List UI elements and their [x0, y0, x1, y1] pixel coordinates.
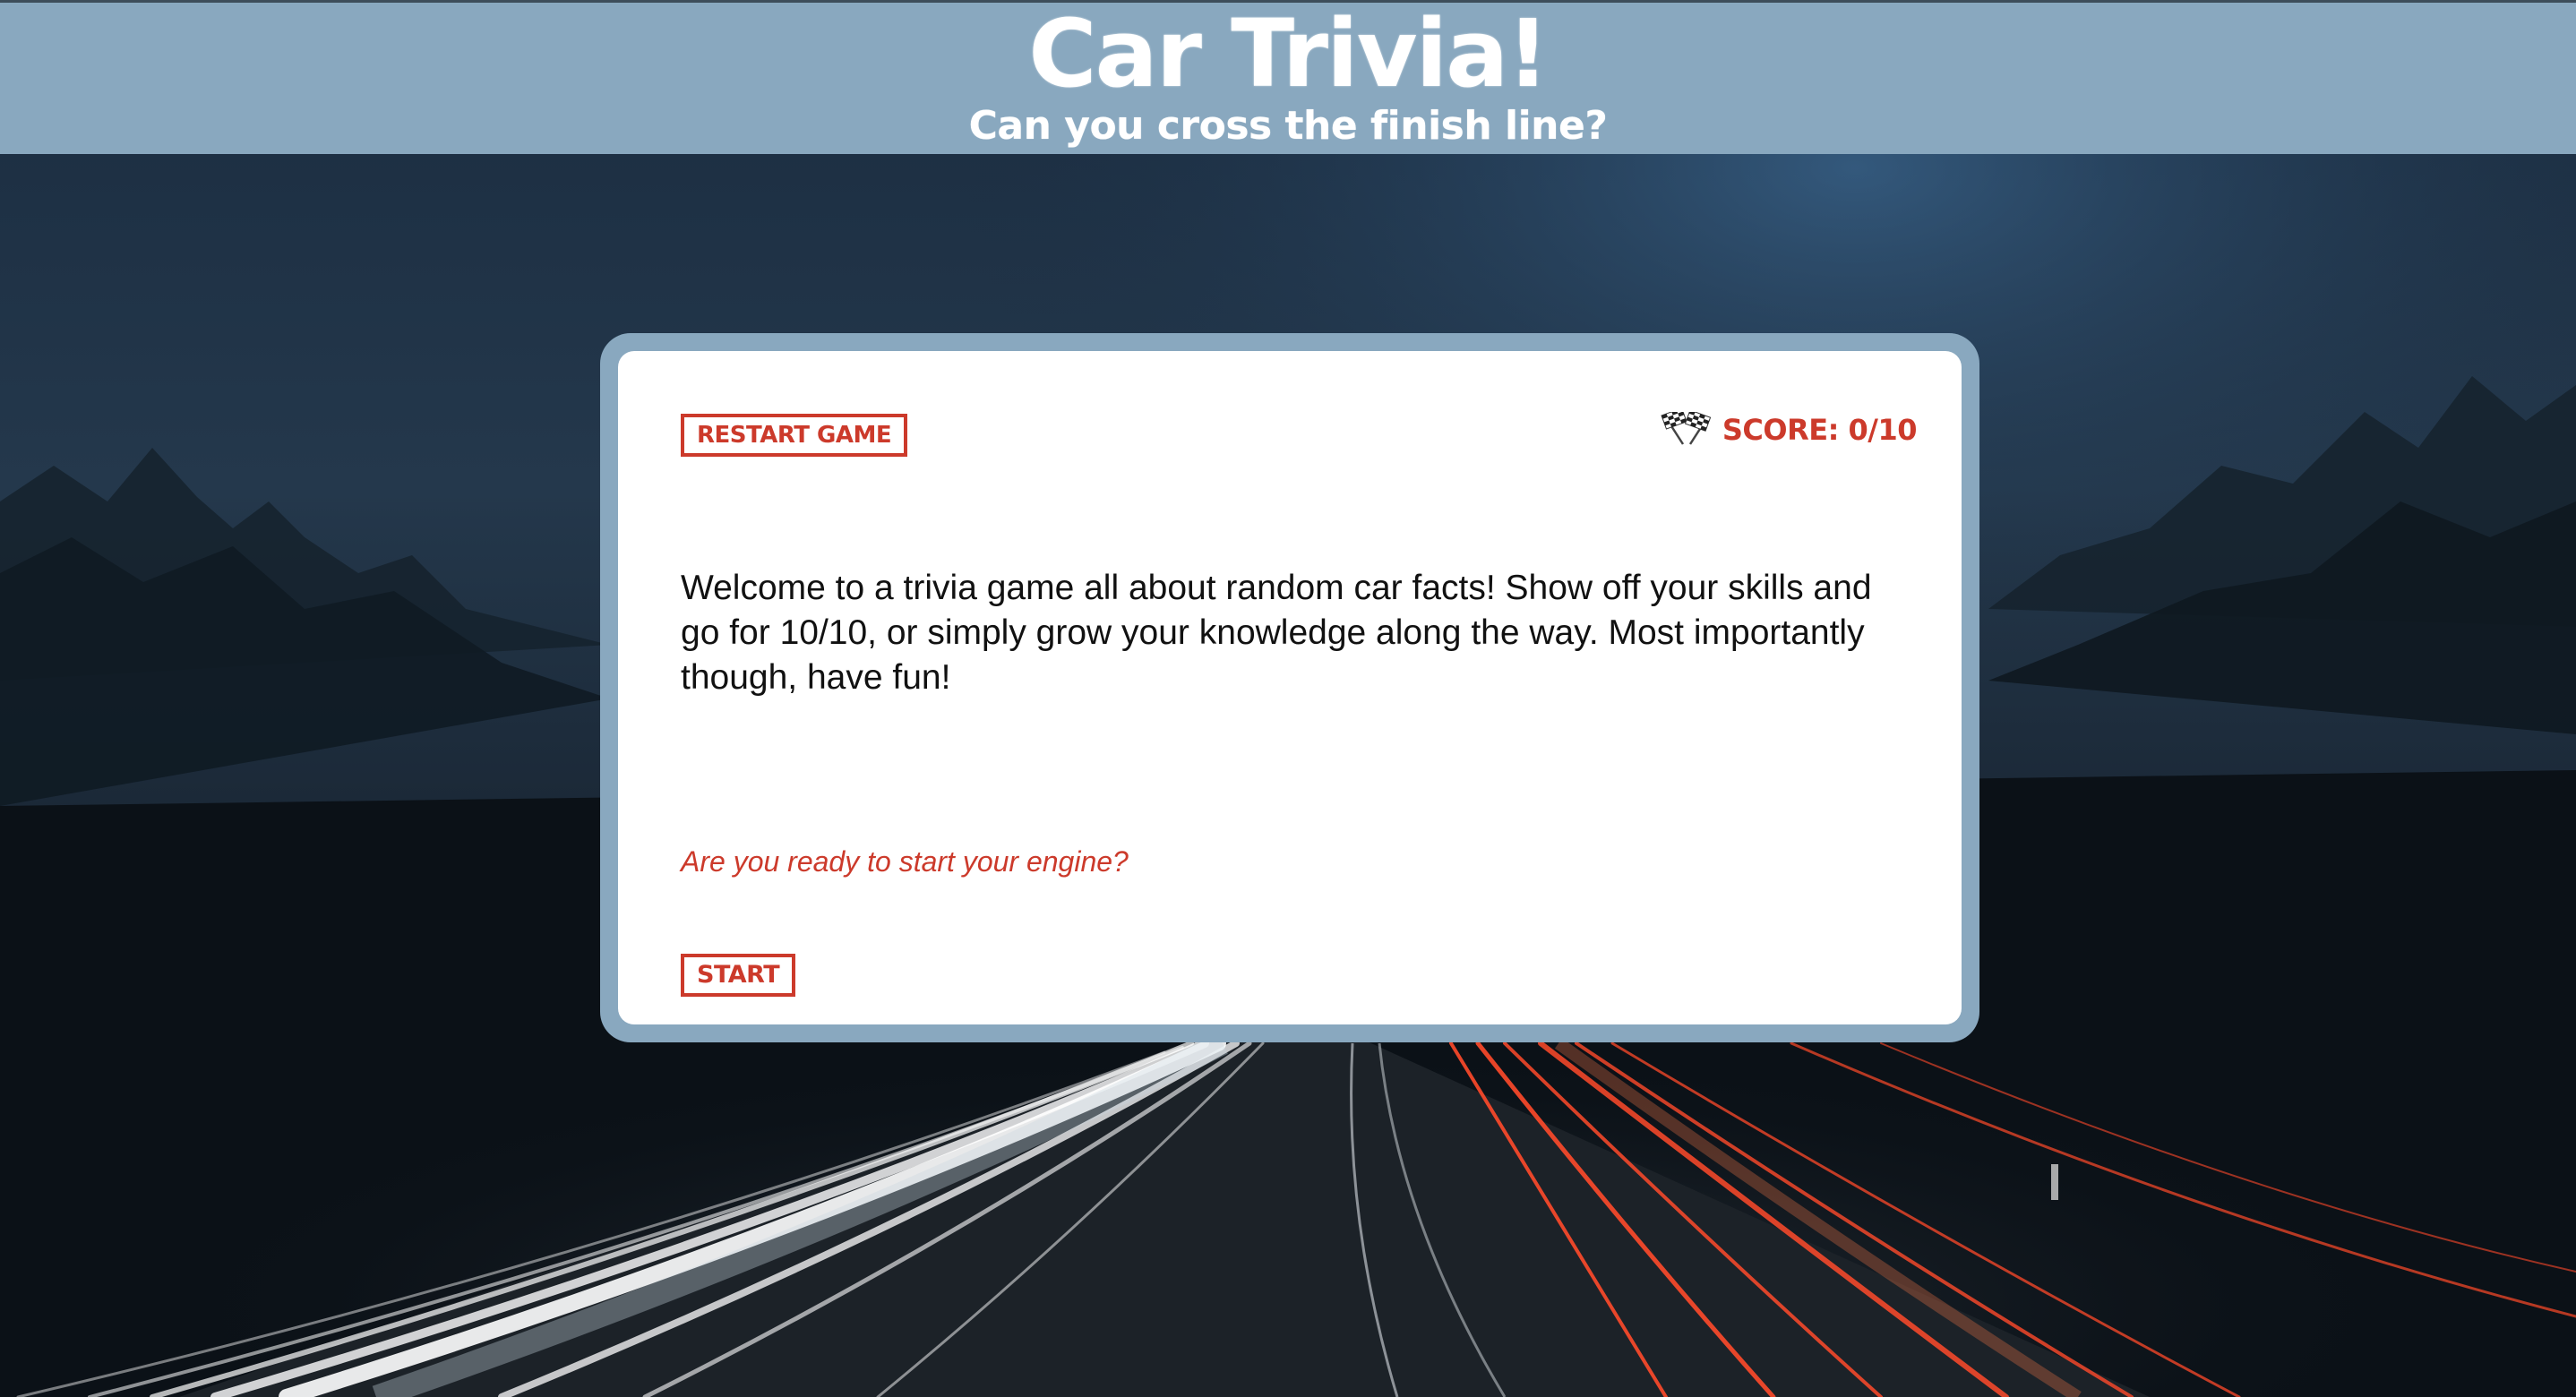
quiz-card: RESTART GAME SCORE: 0/10 Welcome to a tr… — [618, 351, 1962, 1024]
welcome-text: Welcome to a trivia game all about rando… — [681, 569, 1872, 697]
page-title: Car Trivia! — [1028, 0, 1550, 108]
score-display: SCORE: 0/10 — [1658, 405, 1918, 455]
start-button[interactable]: START — [681, 954, 796, 997]
restart-game-button[interactable]: RESTART GAME — [681, 414, 908, 457]
start-prompt-text: Are you ready to start your engine? — [681, 845, 1129, 878]
page-header: Car Trivia! Can you cross the finish lin… — [0, 0, 2576, 154]
checkered-flags-icon — [1658, 407, 1715, 448]
quiz-card-frame: RESTART GAME SCORE: 0/10 Welcome to a tr… — [600, 333, 1979, 1042]
page-subtitle: Can you cross the finish line? — [968, 103, 1608, 149]
score-label: SCORE: 0/10 — [1722, 413, 1918, 447]
